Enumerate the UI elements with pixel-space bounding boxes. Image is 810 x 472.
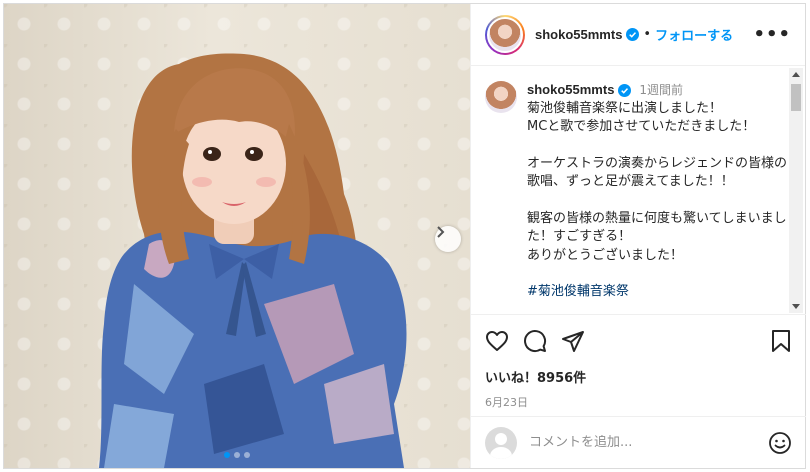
bookmark-icon bbox=[772, 330, 790, 352]
post-dialog: shoko55mmts • フォローする ••• shoko55mmts 1週間… bbox=[3, 3, 806, 469]
verified-icon bbox=[618, 83, 632, 97]
emoji-icon bbox=[769, 431, 791, 454]
save-button[interactable] bbox=[770, 329, 792, 353]
comment-icon bbox=[524, 330, 547, 353]
emoji-button[interactable] bbox=[768, 431, 792, 455]
carousel-dot bbox=[244, 452, 250, 458]
author-username[interactable]: shoko55mmts bbox=[535, 27, 622, 42]
likes-count[interactable]: いいね！8956件 bbox=[485, 367, 792, 386]
caption-username[interactable]: shoko55mmts bbox=[527, 81, 614, 100]
post-photo[interactable] bbox=[4, 4, 470, 468]
comments-scrollbar[interactable] bbox=[789, 68, 803, 313]
caption-line: 観客の皆様の熱量に何度も驚いてしまいました！すごすぎる！ bbox=[527, 210, 787, 245]
scroll-down-arrow[interactable] bbox=[792, 304, 800, 309]
header-separator: • bbox=[643, 27, 652, 42]
scroll-thumb[interactable] bbox=[791, 84, 801, 111]
chevron-right-icon bbox=[437, 226, 445, 238]
carousel-dot bbox=[224, 452, 230, 458]
like-button[interactable] bbox=[485, 329, 509, 353]
follow-button[interactable]: フォローする bbox=[655, 25, 733, 44]
caption-hashtag[interactable]: #菊池俊輔音楽祭 bbox=[527, 283, 792, 302]
comment-input[interactable] bbox=[529, 435, 749, 450]
post-actions: いいね！8956件 6月23日 bbox=[471, 314, 806, 410]
current-user-avatar bbox=[485, 426, 517, 459]
caption-avatar[interactable] bbox=[485, 81, 517, 113]
caption-text: 菊池俊輔音楽祭に出演しました！ MCと歌で参加させていただきました！ オーケスト… bbox=[527, 100, 792, 302]
comment-button[interactable] bbox=[523, 329, 547, 353]
caption-line: 菊池俊輔音楽祭に出演しました！ bbox=[527, 100, 723, 116]
share-icon bbox=[562, 331, 584, 352]
post-header: shoko55mmts • フォローする ••• bbox=[471, 4, 805, 66]
share-button[interactable] bbox=[561, 329, 585, 353]
caption-line: オーケストラの演奏からレジェンドの皆様の歌唱、ずっと足が震えてました！！ bbox=[527, 155, 788, 190]
add-comment-bar bbox=[471, 416, 806, 468]
post-date[interactable]: 6月23日 bbox=[485, 394, 792, 410]
author-avatar[interactable] bbox=[485, 14, 525, 55]
carousel-dots bbox=[4, 452, 470, 458]
caption-time[interactable]: 1週間前 bbox=[639, 81, 683, 100]
comments-area[interactable]: shoko55mmts 1週間前 菊池俊輔音楽祭に出演しました！ MCと歌で参加… bbox=[471, 67, 806, 312]
scroll-up-arrow[interactable] bbox=[792, 72, 800, 77]
heart-icon bbox=[486, 331, 508, 351]
carousel-dot bbox=[234, 452, 240, 458]
caption-line: ありがとうございました！ bbox=[527, 247, 684, 263]
post-side-panel: shoko55mmts • フォローする ••• shoko55mmts 1週間… bbox=[470, 4, 806, 468]
caption: shoko55mmts 1週間前 菊池俊輔音楽祭に出演しました！ MCと歌で参加… bbox=[471, 67, 806, 302]
more-options-button[interactable]: ••• bbox=[753, 24, 791, 45]
verified-icon bbox=[626, 28, 640, 41]
carousel-next-button[interactable] bbox=[435, 226, 461, 252]
caption-line: MCと歌で参加させていただきました！ bbox=[527, 119, 756, 134]
post-photo-illustration bbox=[99, 53, 407, 468]
